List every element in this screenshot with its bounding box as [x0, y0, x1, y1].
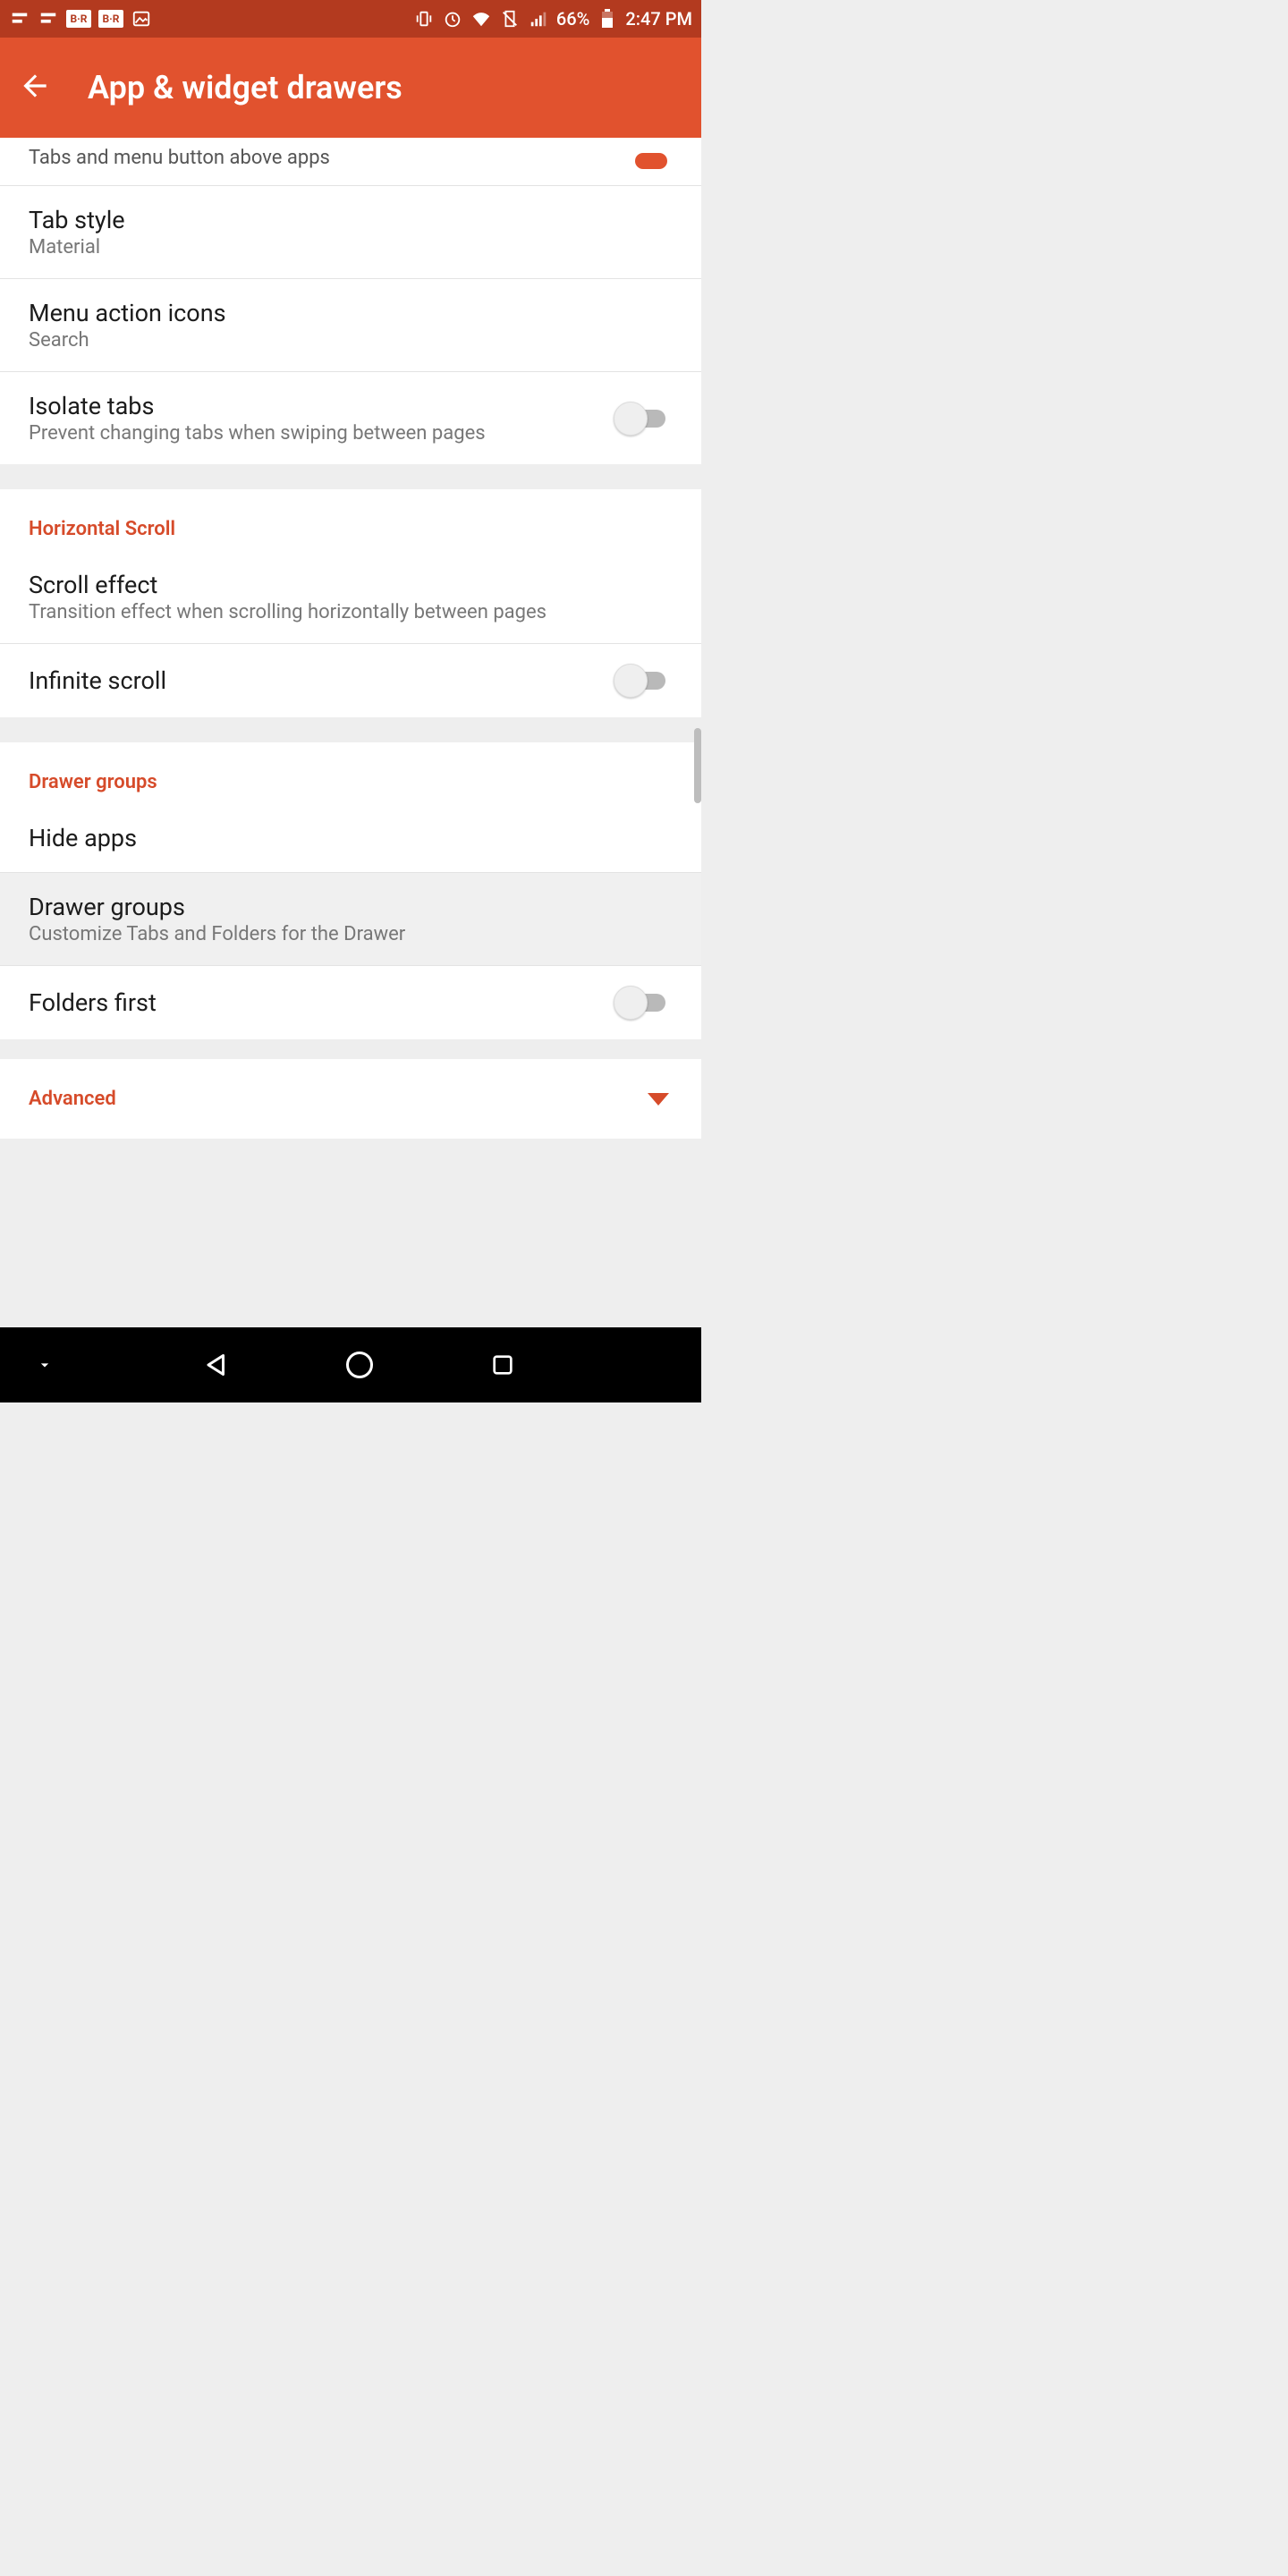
setting-tab-style[interactable]: Tab style Material: [0, 185, 701, 278]
toggle-infinite-scroll[interactable]: [614, 664, 673, 698]
setting-hide-apps[interactable]: Hide apps: [0, 804, 701, 872]
setting-tab-bar[interactable]: Tabs and menu button above apps: [0, 138, 701, 185]
setting-drawer-groups[interactable]: Drawer groups Customize Tabs and Folders…: [0, 872, 701, 965]
nav-expand-button[interactable]: [27, 1347, 63, 1383]
battery-text: 66%: [556, 8, 589, 30]
section-drawer-groups: Drawer groups: [0, 742, 701, 804]
back-button[interactable]: [18, 69, 52, 106]
no-sim-icon: [499, 8, 521, 30]
toggle-isolate-tabs[interactable]: [614, 402, 673, 436]
status-right: 66% 2:47 PM: [413, 8, 692, 30]
setting-subtitle: Prevent changing tabs when swiping betwe…: [29, 422, 486, 445]
alarm-icon: [442, 8, 463, 30]
notification-br-icon: B·R: [66, 10, 91, 28]
section-advanced[interactable]: Advanced: [0, 1059, 701, 1139]
setting-scroll-effect[interactable]: Scroll effect Transition effect when scr…: [0, 551, 701, 643]
setting-subtitle: Material: [29, 236, 125, 258]
expand-icon: [648, 1093, 669, 1106]
nav-home-button[interactable]: [342, 1347, 377, 1383]
nav-back-button[interactable]: [199, 1347, 234, 1383]
settings-list: Tab style Material Menu action icons Sea…: [0, 185, 701, 1155]
setting-subtitle: Search: [29, 329, 226, 352]
setting-title: Folders first: [29, 988, 157, 1017]
setting-title: Scroll effect: [29, 571, 547, 599]
section-divider: [0, 1139, 701, 1155]
wifi-icon: [470, 8, 492, 30]
setting-subtitle: Customize Tabs and Folders for the Drawe…: [29, 923, 405, 945]
battery-icon: [597, 8, 618, 30]
notification-image-icon: [131, 8, 152, 30]
setting-subtitle: Transition effect when scrolling horizon…: [29, 601, 547, 623]
status-left: B·R B·R: [9, 8, 152, 30]
toggle-tab-bar[interactable]: [635, 153, 667, 169]
notification-app-icon: [9, 8, 30, 30]
setting-title: Menu action icons: [29, 299, 226, 327]
android-nav-bar: [0, 1327, 701, 1402]
setting-title: Isolate tabs: [29, 392, 486, 420]
vibrate-icon: [413, 8, 435, 30]
setting-title: Infinite scroll: [29, 666, 166, 695]
setting-infinite-scroll[interactable]: Infinite scroll: [0, 643, 701, 717]
clock-text: 2:47 PM: [625, 8, 692, 30]
toggle-folders-first[interactable]: [614, 986, 673, 1020]
setting-folders-first[interactable]: Folders first: [0, 965, 701, 1039]
signal-icon: [528, 8, 549, 30]
section-divider: [0, 464, 701, 489]
nav-recents-button[interactable]: [485, 1347, 521, 1383]
setting-title: Tab style: [29, 206, 125, 234]
notification-br-icon: B·R: [98, 10, 123, 28]
section-divider: [0, 1039, 701, 1059]
setting-isolate-tabs[interactable]: Isolate tabs Prevent changing tabs when …: [0, 371, 701, 464]
scrollbar[interactable]: [694, 728, 701, 803]
setting-title: Hide apps: [29, 824, 137, 852]
status-bar: B·R B·R 66% 2:47 PM: [0, 0, 701, 38]
page-title: App & widget drawers: [88, 69, 402, 106]
section-divider: [0, 717, 701, 742]
nav-spacer: [657, 1347, 683, 1383]
notification-app-icon: [38, 8, 59, 30]
setting-subtitle: Tabs and menu button above apps: [29, 147, 330, 169]
app-bar: App & widget drawers: [0, 38, 701, 138]
section-horizontal-scroll: Horizontal Scroll: [0, 489, 701, 551]
section-advanced-label: Advanced: [29, 1088, 116, 1110]
setting-title: Drawer groups: [29, 893, 405, 921]
setting-menu-action-icons[interactable]: Menu action icons Search: [0, 278, 701, 371]
